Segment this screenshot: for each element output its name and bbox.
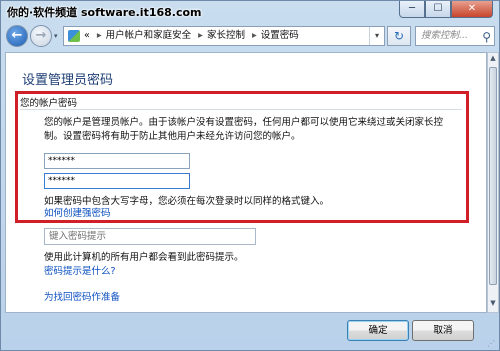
breadcrumb-separator-icon: ▸ bbox=[96, 30, 102, 41]
breadcrumb-separator-icon: ▸ bbox=[252, 30, 257, 41]
breadcrumb-set-password[interactable]: 设置密码 bbox=[261, 30, 299, 41]
scrollbar-thumb[interactable] bbox=[489, 67, 497, 285]
description-text: 您的帐户是管理员帐户。由于该帐户没有设置密码，任何用户都可以使用它来绕过或关闭家… bbox=[44, 117, 444, 142]
strong-password-link[interactable]: 如何创建强密码 bbox=[44, 205, 111, 219]
search-input[interactable]: 搜索控制... ⚲ bbox=[415, 26, 495, 46]
forward-button[interactable]: → bbox=[30, 25, 52, 47]
minimize-button[interactable]: ─ bbox=[399, 1, 425, 18]
control-panel-window: 你的·软件频道 software.it168.com ─ ☐ ✕ ← → ▾ «… bbox=[0, 0, 500, 351]
new-password-field[interactable]: ****** bbox=[44, 153, 190, 169]
address-bar[interactable]: « ▸ 用户帐户和家庭安全 ▸ 家长控制 ▸ 设置密码 ▾ bbox=[63, 26, 385, 46]
breadcrumb-separator-icon: ▸ bbox=[198, 30, 203, 41]
address-dropdown-icon[interactable]: ▾ bbox=[369, 27, 384, 45]
control-panel-icon bbox=[68, 30, 80, 42]
confirm-password-field[interactable]: ****** bbox=[44, 173, 190, 189]
maximize-button[interactable]: ☐ bbox=[425, 1, 451, 18]
arrow-right-icon: → bbox=[35, 28, 47, 43]
breadcrumb-more[interactable]: « bbox=[84, 30, 90, 41]
watermark: 你的·软件频道 software.it168.com bbox=[7, 6, 202, 19]
what-is-hint-link[interactable]: 密码提示是什么? bbox=[44, 263, 116, 277]
main-content: 设置管理员密码 您的帐户密码 您的帐户是管理员帐户。由于该帐户没有设置密码，任何… bbox=[5, 52, 487, 313]
vertical-scrollbar[interactable]: ▲ ▼ bbox=[487, 52, 499, 313]
cancel-button[interactable]: 取消 bbox=[412, 320, 474, 341]
search-icon[interactable]: ⚲ bbox=[482, 28, 491, 46]
password-hint-field[interactable]: 键入密码提示 bbox=[44, 228, 256, 245]
page-title: 设置管理员密码 bbox=[22, 73, 114, 88]
scroll-down-icon[interactable]: ▼ bbox=[488, 299, 498, 311]
navigation-bar: ← → ▾ « ▸ 用户帐户和家庭安全 ▸ 家长控制 ▸ 设置密码 ▾ ↻ 搜索控制.… bbox=[1, 24, 499, 50]
breadcrumb-user-accounts[interactable]: 用户帐户和家庭安全 bbox=[106, 30, 192, 41]
arrow-left-icon: ← bbox=[11, 28, 23, 43]
account-password-heading: 您的帐户密码 bbox=[20, 98, 78, 109]
refresh-button[interactable]: ↻ bbox=[387, 26, 411, 46]
back-button[interactable]: ← bbox=[6, 25, 28, 47]
title-bar[interactable]: 你的·软件频道 software.it168.com ─ ☐ ✕ bbox=[1, 1, 499, 23]
recent-pages-dropdown[interactable]: ▾ bbox=[54, 32, 58, 40]
window-controls: ─ ☐ ✕ bbox=[399, 1, 493, 18]
search-placeholder: 搜索控制... bbox=[421, 30, 469, 41]
breadcrumb-parental-controls[interactable]: 家长控制 bbox=[207, 30, 245, 41]
scroll-up-icon[interactable]: ▲ bbox=[488, 54, 498, 66]
close-button[interactable]: ✕ bbox=[451, 1, 493, 18]
ok-button[interactable]: 确定 bbox=[347, 320, 409, 341]
prepare-recovery-link[interactable]: 为找回密码作准备 bbox=[44, 289, 120, 303]
dialog-footer: 确定 取消 ⋰ bbox=[1, 313, 499, 351]
section-divider bbox=[20, 109, 462, 110]
resize-grip-icon[interactable]: ⋰ bbox=[487, 339, 497, 349]
hint-visibility-note: 使用此计算机的所有用户都会看到此密码提示。 bbox=[44, 252, 244, 263]
refresh-icon: ↻ bbox=[393, 29, 405, 43]
